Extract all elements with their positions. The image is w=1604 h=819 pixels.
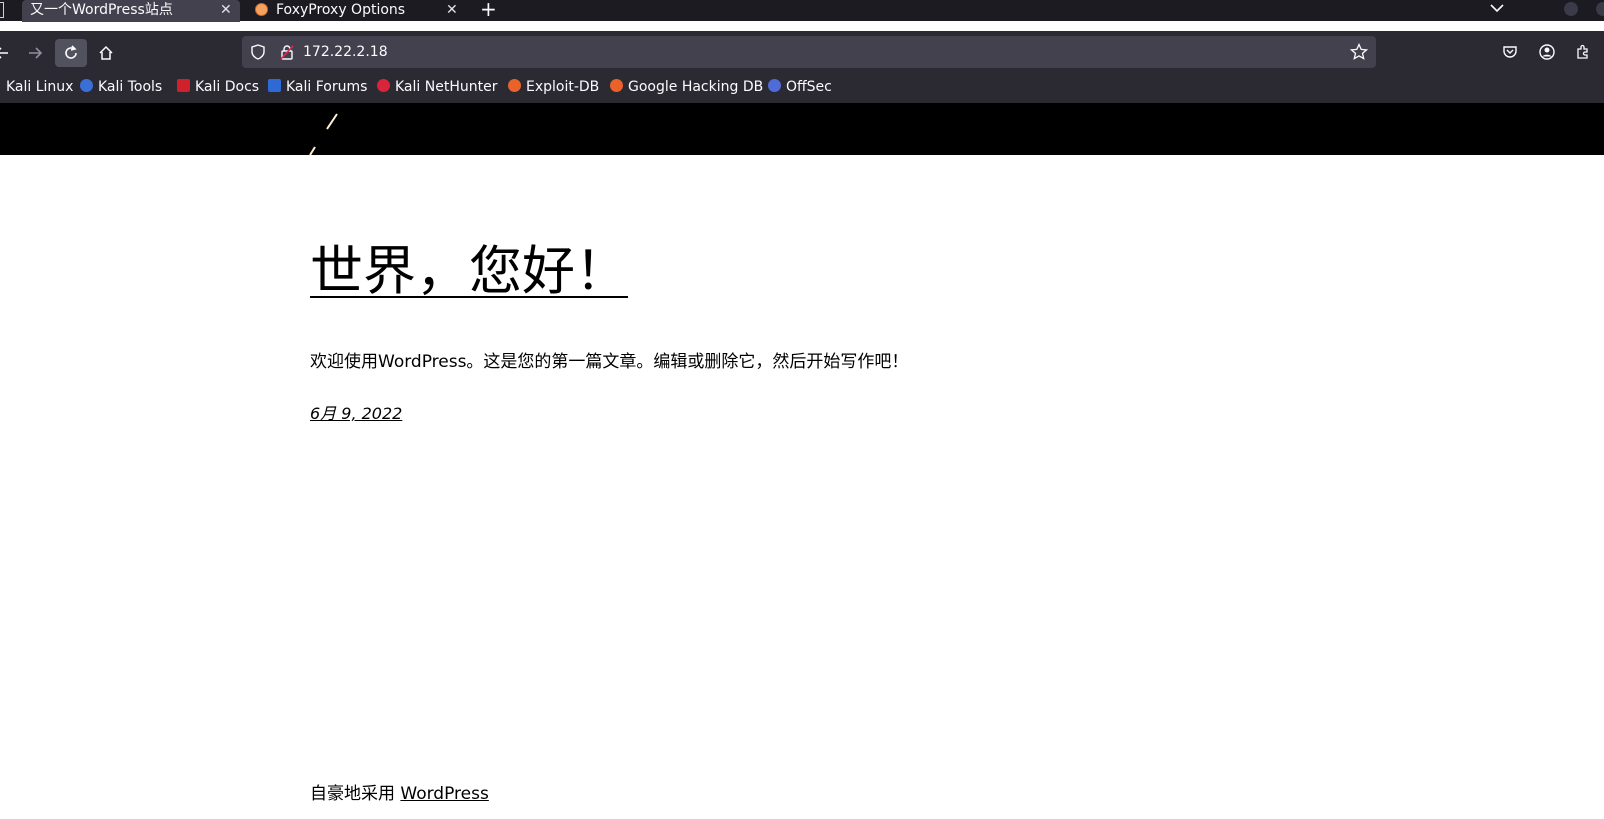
tab-strip xyxy=(0,0,1604,21)
ghdb-icon xyxy=(610,79,623,92)
bookmark-offsec[interactable]: OffSec xyxy=(768,77,832,97)
tab-label: FoxyProxy Options xyxy=(276,2,406,18)
close-icon[interactable]: ✕ xyxy=(446,0,458,20)
bookmark-exploit-db[interactable]: Exploit-DB xyxy=(508,77,599,97)
home-button[interactable] xyxy=(90,39,122,67)
bookmark-label: Kali NetHunter xyxy=(395,79,498,95)
tab-overflow-edge xyxy=(0,2,4,18)
window-control-icon[interactable] xyxy=(1596,2,1604,16)
footer-text: 自豪地采用 xyxy=(310,784,401,804)
tab-label: 又一个WordPress站点 xyxy=(30,2,173,18)
bookmark-google-hacking-db[interactable]: Google Hacking DB xyxy=(610,77,763,97)
bookmark-kali-docs[interactable]: Kali Docs xyxy=(177,77,259,97)
bookmark-kali-forums[interactable]: Kali Forums xyxy=(268,77,367,97)
kali-docs-icon xyxy=(177,79,190,92)
kali-tools-icon xyxy=(80,79,93,92)
bookmark-label: Kali Docs xyxy=(195,79,260,95)
url-bar[interactable] xyxy=(242,36,1376,68)
window-control-icon[interactable] xyxy=(1564,2,1578,16)
bookmark-kali-nethunter[interactable]: Kali NetHunter xyxy=(377,77,497,97)
post-excerpt: 欢迎使用WordPress。这是您的第一篇文章。编辑或删除它，然后开始写作吧！ xyxy=(310,352,909,372)
bookmark-label: Exploit-DB xyxy=(526,79,600,95)
back-button[interactable] xyxy=(0,39,18,67)
forward-button[interactable] xyxy=(19,39,51,67)
bookmark-kali-tools[interactable]: Kali Tools xyxy=(80,77,162,97)
bookmark-label: Kali Tools xyxy=(98,79,163,95)
offsec-icon xyxy=(768,79,781,92)
tracking-protection-icon[interactable] xyxy=(250,44,266,60)
list-all-tabs-icon[interactable] xyxy=(1490,0,1504,14)
kali-forums-icon xyxy=(268,79,281,92)
url-text[interactable]: 172.22.2.18 xyxy=(303,43,388,61)
bookmark-label: Kali Forums xyxy=(286,79,368,95)
close-icon[interactable]: ✕ xyxy=(220,0,232,20)
bookmark-label: OffSec xyxy=(786,79,832,95)
foxyproxy-icon xyxy=(255,3,268,16)
site-footer: 自豪地采用 WordPress xyxy=(310,782,489,806)
bookmark-star-icon[interactable] xyxy=(1349,42,1369,61)
post-date-link[interactable]: 6月 9, 2022 xyxy=(310,403,402,425)
tab-wordpress[interactable]: 又一个WordPress站点 ✕ xyxy=(22,0,240,22)
wordpress-link[interactable]: WordPress xyxy=(400,784,488,804)
bookmark-kali-linux[interactable]: Kali Linux xyxy=(6,77,73,97)
exploit-db-icon xyxy=(508,79,521,92)
post-title-link[interactable]: 世界，您好！ xyxy=(310,240,628,304)
site-header-banner xyxy=(0,103,1604,155)
kali-nethunter-icon xyxy=(377,79,390,92)
insecure-lock-icon[interactable] xyxy=(279,44,295,60)
extensions-icon[interactable] xyxy=(1575,44,1591,60)
bookmark-label: Kali Linux xyxy=(6,79,74,95)
bookmark-label: Google Hacking DB xyxy=(628,79,764,95)
account-icon[interactable] xyxy=(1539,44,1555,60)
reload-button[interactable] xyxy=(55,39,87,67)
pocket-icon[interactable] xyxy=(1502,44,1518,60)
new-tab-button[interactable]: + xyxy=(480,0,497,20)
header-decoration xyxy=(309,113,338,155)
tab-foxyproxy[interactable]: FoxyProxy Options ✕ xyxy=(248,0,466,22)
